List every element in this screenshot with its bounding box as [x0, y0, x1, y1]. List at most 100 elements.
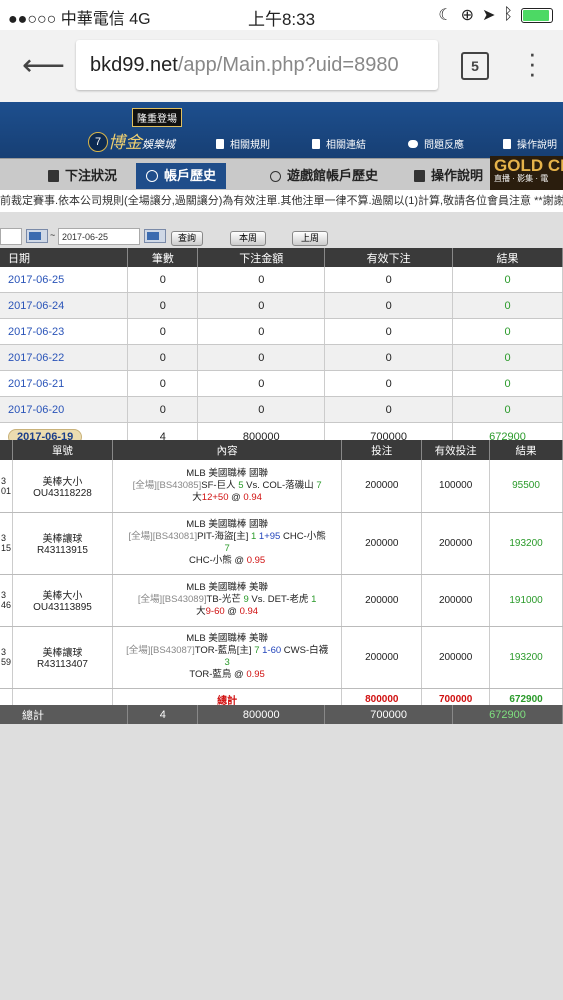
header-link-links[interactable]: 相關連結	[312, 136, 366, 151]
ticket-cell: 美棒讓球 R43113915	[12, 512, 113, 575]
date-link[interactable]: 2017-06-23	[0, 318, 129, 345]
table-cell: 0	[127, 396, 199, 423]
odds: 0.95	[246, 669, 265, 680]
tab-label: 帳戶歷史	[164, 168, 217, 183]
table-row: 3 46 美棒大小 OU43113895 MLB 美國職棒 美聯 [全場][BS43…	[0, 574, 563, 627]
column-header: 結果	[452, 248, 563, 267]
valid-amount: 100000	[421, 460, 491, 513]
bet-type: 美棒大小	[42, 591, 83, 602]
date-link[interactable]: 2017-06-20	[0, 396, 129, 423]
column-header	[0, 440, 13, 460]
logo-name: 博金娛樂城	[108, 128, 175, 153]
score-away: 3	[224, 657, 230, 668]
end-date-input[interactable]: 2017-06-25	[58, 228, 140, 245]
column-header: 投注	[341, 440, 423, 460]
calendar-icon[interactable]	[144, 229, 166, 243]
row-time-fragment: 3 46	[0, 574, 13, 627]
tab-game-hall-history[interactable]: 遊戲館帳戶歷史	[270, 163, 378, 189]
table-row: 總計 4 800000 700000 672900	[0, 705, 563, 724]
pick: 大	[196, 606, 206, 617]
column-header: 內容	[112, 440, 343, 460]
tab-account-history[interactable]: 帳戶歷史	[136, 163, 227, 189]
odds: 0.95	[246, 555, 266, 566]
column-header: 單號	[12, 440, 113, 460]
date-link[interactable]: 2017-06-25	[0, 267, 129, 293]
date-link[interactable]: 2017-06-24	[0, 292, 129, 319]
league-name: MLB 美國職棒 國聯	[186, 467, 269, 479]
battery-icon	[521, 7, 553, 23]
table-cell: 0	[452, 267, 563, 293]
bet-content: MLB 美國職棒 美聯 [全場][BS43089]TB-光芒 9 Vs. DET…	[112, 574, 343, 627]
start-date-input[interactable]	[0, 228, 22, 245]
bet-amount: 200000	[341, 512, 423, 575]
gold-club-banner[interactable]: GOLD CL 直播 · 影集 · 電	[490, 156, 563, 190]
header-link-feedback[interactable]: 問題反應	[408, 136, 464, 151]
handicap: 1-60	[262, 645, 282, 656]
ticket-cell: 美棒大小 OU43113895	[12, 574, 113, 627]
table-row: 2017-06-20 0 0 0 0	[0, 396, 563, 423]
document-icon	[312, 138, 320, 149]
table-cell: 0	[324, 370, 454, 397]
team-home: PIT-海盜[主]	[197, 531, 251, 542]
table-row: 3 15 美棒讓球 R43113915 MLB 美國職棒 國聯 [全場][BS430…	[0, 512, 563, 575]
table-row: 3 01 美棒大小 OU43118228 MLB 美國職棒 國聯 [全場][BS43…	[0, 460, 563, 513]
footer-bet: 800000	[197, 705, 326, 724]
header-link-rules[interactable]: 相關規則	[216, 136, 270, 151]
odds: 0.94	[239, 606, 259, 617]
result-amount: 95500	[489, 460, 563, 513]
document-icon	[48, 170, 59, 182]
table-cell: 0	[197, 344, 326, 371]
main-tab-bar: 下注狀況 帳戶歷史 遊戲館帳戶歷史 操作說明	[0, 158, 563, 191]
date-link[interactable]: 2017-06-22	[0, 344, 129, 371]
odds-separator: @	[231, 555, 247, 566]
bet-amount: 200000	[341, 460, 423, 513]
table-header-row: 日期 筆數 下注金額 有效下注 結果	[0, 248, 563, 267]
bluetooth-icon: ᛒ	[503, 6, 513, 23]
tab-bet-status[interactable]: 下注狀況	[48, 163, 117, 189]
tab-count-button[interactable]: 5	[461, 52, 489, 80]
table-cell: 0	[452, 318, 563, 345]
team-home: SF-巨人	[201, 479, 236, 491]
query-button[interactable]: 查詢	[171, 231, 203, 246]
header-link-label: 問題反應	[424, 140, 464, 151]
document-icon	[503, 138, 511, 149]
team-away: Vs. DET-老虎	[248, 594, 312, 605]
ticket-id: OU43113895	[33, 602, 92, 613]
header-link-label: 相關規則	[230, 140, 270, 151]
rotation-lock-icon: ⊕	[460, 7, 474, 24]
date-link[interactable]: 2017-06-21	[0, 370, 129, 397]
cell-text: 46	[1, 600, 12, 610]
footer-result: 672900	[452, 705, 563, 724]
table-cell: 0	[324, 267, 454, 293]
address-bar[interactable]: bkd99.net/app/Main.php?uid=8980	[76, 40, 438, 90]
last-week-button[interactable]: 上周	[292, 231, 328, 246]
back-arrow-icon[interactable]: ⟵	[22, 48, 65, 83]
calendar-icon[interactable]	[26, 229, 48, 243]
team-home: TB-光芒	[206, 594, 244, 605]
overflow-menu-icon[interactable]: · · ·	[528, 40, 537, 86]
cell-text: 3	[1, 590, 7, 600]
logo-subtitle: 娛樂城	[142, 139, 175, 151]
logo-number: 7	[88, 132, 108, 152]
moon-icon: ☾	[438, 7, 453, 24]
header-link-label: 操作說明	[517, 140, 557, 151]
header-link-help[interactable]: 操作說明	[503, 136, 557, 151]
this-week-button[interactable]: 本周	[230, 231, 266, 246]
table-cell: 0	[324, 396, 454, 423]
result-amount: 193200	[489, 512, 563, 575]
cell-text: 3	[1, 533, 7, 543]
table-cell: 0	[127, 370, 199, 397]
clock-icon	[146, 170, 158, 182]
valid-amount: 200000	[421, 512, 491, 575]
line-value: 9-60	[205, 606, 225, 617]
cell-text: 15	[1, 543, 12, 553]
table-cell: 0	[197, 318, 326, 345]
row-time-fragment: 3 15	[0, 512, 13, 575]
league-name: MLB 美國職棒 美聯	[186, 582, 269, 593]
team-away: CWS-白襪	[281, 645, 329, 656]
bet-detail-table: 單號 內容 投注 有效投注 結果 3 01 美棒大小 OU43118228 MLB …	[0, 440, 563, 712]
score-away: 7	[224, 543, 230, 554]
team-home: TOR-藍鳥[主]	[194, 645, 255, 656]
tab-instructions[interactable]: 操作說明	[414, 163, 483, 189]
bet-type: 美棒讓球	[42, 534, 83, 545]
